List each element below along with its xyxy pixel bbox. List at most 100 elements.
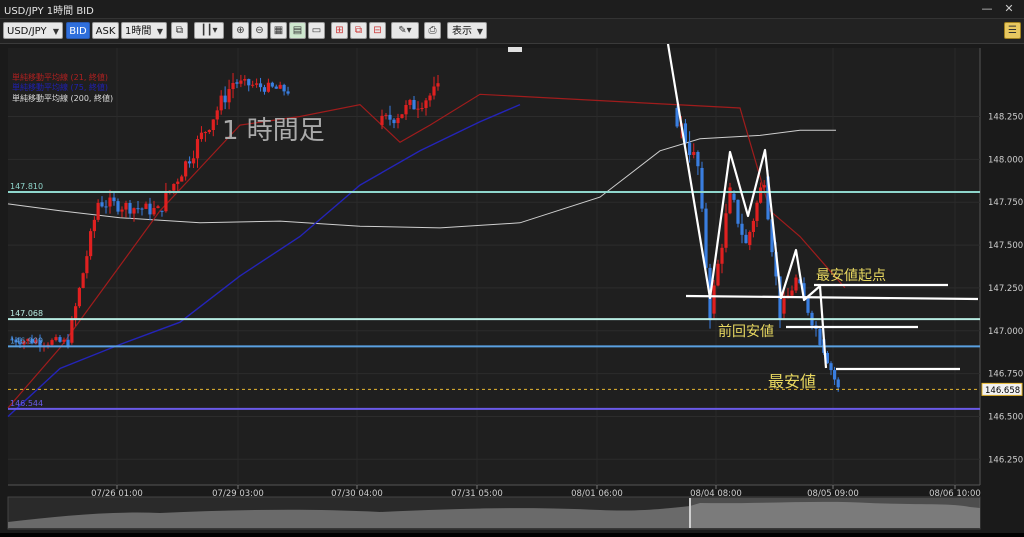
grid-icon[interactable]: ▦: [270, 22, 287, 39]
candle-up: [716, 263, 720, 286]
candle-down: [829, 363, 833, 371]
candle-up: [124, 202, 128, 210]
chevron-down-icon: ▼: [52, 27, 59, 36]
zoom-in-icon[interactable]: ⊕: [232, 22, 249, 39]
print-icon[interactable]: ⎙: [424, 22, 441, 39]
candle-down: [286, 91, 290, 94]
candle-down: [247, 79, 251, 86]
bid-button[interactable]: BID: [66, 22, 90, 39]
zoom-out-icon[interactable]: ⊖: [251, 22, 268, 39]
ask-button[interactable]: ASK: [92, 22, 119, 39]
candle-up: [144, 203, 148, 209]
candle-up: [203, 132, 207, 134]
chart-type-icon[interactable]: ┃┃▾: [194, 22, 224, 39]
candle-up: [85, 256, 89, 274]
candle-up: [81, 273, 85, 288]
candle-up: [180, 176, 184, 182]
candle-up: [251, 84, 255, 86]
close-button[interactable]: ✕: [1000, 1, 1018, 16]
candle-up: [416, 108, 420, 110]
price-tick-label: 146.500: [988, 412, 1023, 422]
price-tick-label: 147.000: [988, 327, 1023, 337]
legend-ma21: 単純移動平均線 (21, 終値): [12, 72, 108, 82]
candle-up: [762, 185, 766, 188]
candle-up: [712, 285, 716, 314]
link-icon[interactable]: ⧉: [171, 22, 188, 39]
copy-indicator-icon[interactable]: ⧉: [350, 22, 367, 39]
candle-down: [740, 223, 744, 235]
candle-up: [400, 114, 404, 118]
current-price-label: 146.658: [985, 386, 1020, 396]
price-tick-label: 146.750: [988, 370, 1023, 380]
candle-up: [172, 183, 176, 191]
candle-down: [282, 84, 286, 92]
candle-up: [156, 206, 160, 209]
candle-up: [176, 181, 180, 184]
scroll-marker[interactable]: [508, 47, 522, 52]
candle-down: [700, 167, 704, 209]
candle-up: [396, 117, 400, 124]
timeframe-annotation: 1 時間足: [222, 116, 325, 146]
candle-down: [160, 210, 164, 212]
candle-down: [696, 151, 700, 167]
candle-down: [270, 82, 274, 87]
price-tick-label: 146.250: [988, 455, 1023, 465]
candle-up: [724, 213, 728, 248]
remove-indicator-icon[interactable]: ⊟: [369, 22, 386, 39]
plot-area: [8, 48, 980, 485]
candle-down: [836, 379, 840, 388]
window-title: USD/JPY 1時間 BID: [4, 6, 94, 17]
auto-scroll-icon[interactable]: ▤: [289, 22, 306, 39]
candle-down: [833, 370, 837, 380]
chart-area[interactable]: 147.810 147.068 146.909 146.544 148.250 148.…: [0, 43, 1024, 533]
candle-down: [392, 119, 396, 124]
candle-up: [384, 114, 388, 116]
candle-down: [274, 86, 278, 89]
candle-up: [77, 287, 81, 307]
candle-up: [420, 108, 424, 110]
candle-down: [136, 208, 140, 210]
candle-up: [132, 208, 136, 214]
settings-icon[interactable]: ☰: [1004, 22, 1021, 39]
chevron-down-icon: ▼: [156, 27, 163, 36]
chart-toolbar: USD/JPY ▼ BID ASK 1時間 ▼ ⧉ ┃┃▾ ⊕ ⊖ ▦ ▤ ▭ ⊞ …: [0, 19, 1024, 44]
candle-down: [818, 328, 822, 345]
price-tick-label: 147.500: [988, 241, 1023, 251]
price-line-label: 146.909: [10, 336, 43, 345]
candle-up: [759, 187, 763, 203]
navigator-window[interactable]: [690, 498, 980, 528]
drawing-tool-icon[interactable]: ✎▾: [391, 22, 419, 39]
price-chart[interactable]: 147.810 147.068 146.909 146.544 148.250 148.…: [0, 43, 1024, 533]
minimize-button[interactable]: —: [978, 1, 996, 16]
candle-up: [191, 158, 196, 164]
lowest-label: 最安値: [768, 372, 816, 391]
price-line-label: 146.544: [10, 399, 43, 408]
candle-up: [243, 79, 247, 81]
price-line-label: 147.068: [10, 309, 43, 318]
candle-up: [266, 82, 270, 92]
candle-up: [227, 89, 231, 103]
candle-down: [104, 206, 108, 208]
candle-up: [432, 86, 436, 96]
timeframe-select[interactable]: 1時間 ▼: [121, 22, 167, 39]
candle-down: [744, 234, 748, 244]
candle-up: [790, 290, 794, 296]
candle-down: [388, 114, 392, 120]
legend-ma75: 単純移動平均線 (75, 終値): [12, 82, 108, 92]
candle-down: [736, 199, 740, 224]
candle-up: [720, 247, 724, 264]
add-indicator-icon[interactable]: ⊞: [331, 22, 348, 39]
candle-up: [692, 151, 696, 155]
timeframe-label: 1時間: [125, 26, 152, 37]
candle-up: [108, 197, 112, 207]
display-menu-label: 表示: [452, 26, 472, 37]
candle-down: [235, 82, 239, 84]
symbol-select[interactable]: USD/JPY ▼: [3, 22, 63, 39]
window-icon[interactable]: ▭: [308, 22, 325, 39]
candle-up: [794, 277, 798, 291]
candle-up: [62, 339, 66, 342]
display-menu-button[interactable]: 表示 ▼: [447, 22, 487, 39]
candle-up: [50, 340, 54, 345]
candle-down: [687, 142, 692, 155]
candle-up: [207, 130, 211, 133]
